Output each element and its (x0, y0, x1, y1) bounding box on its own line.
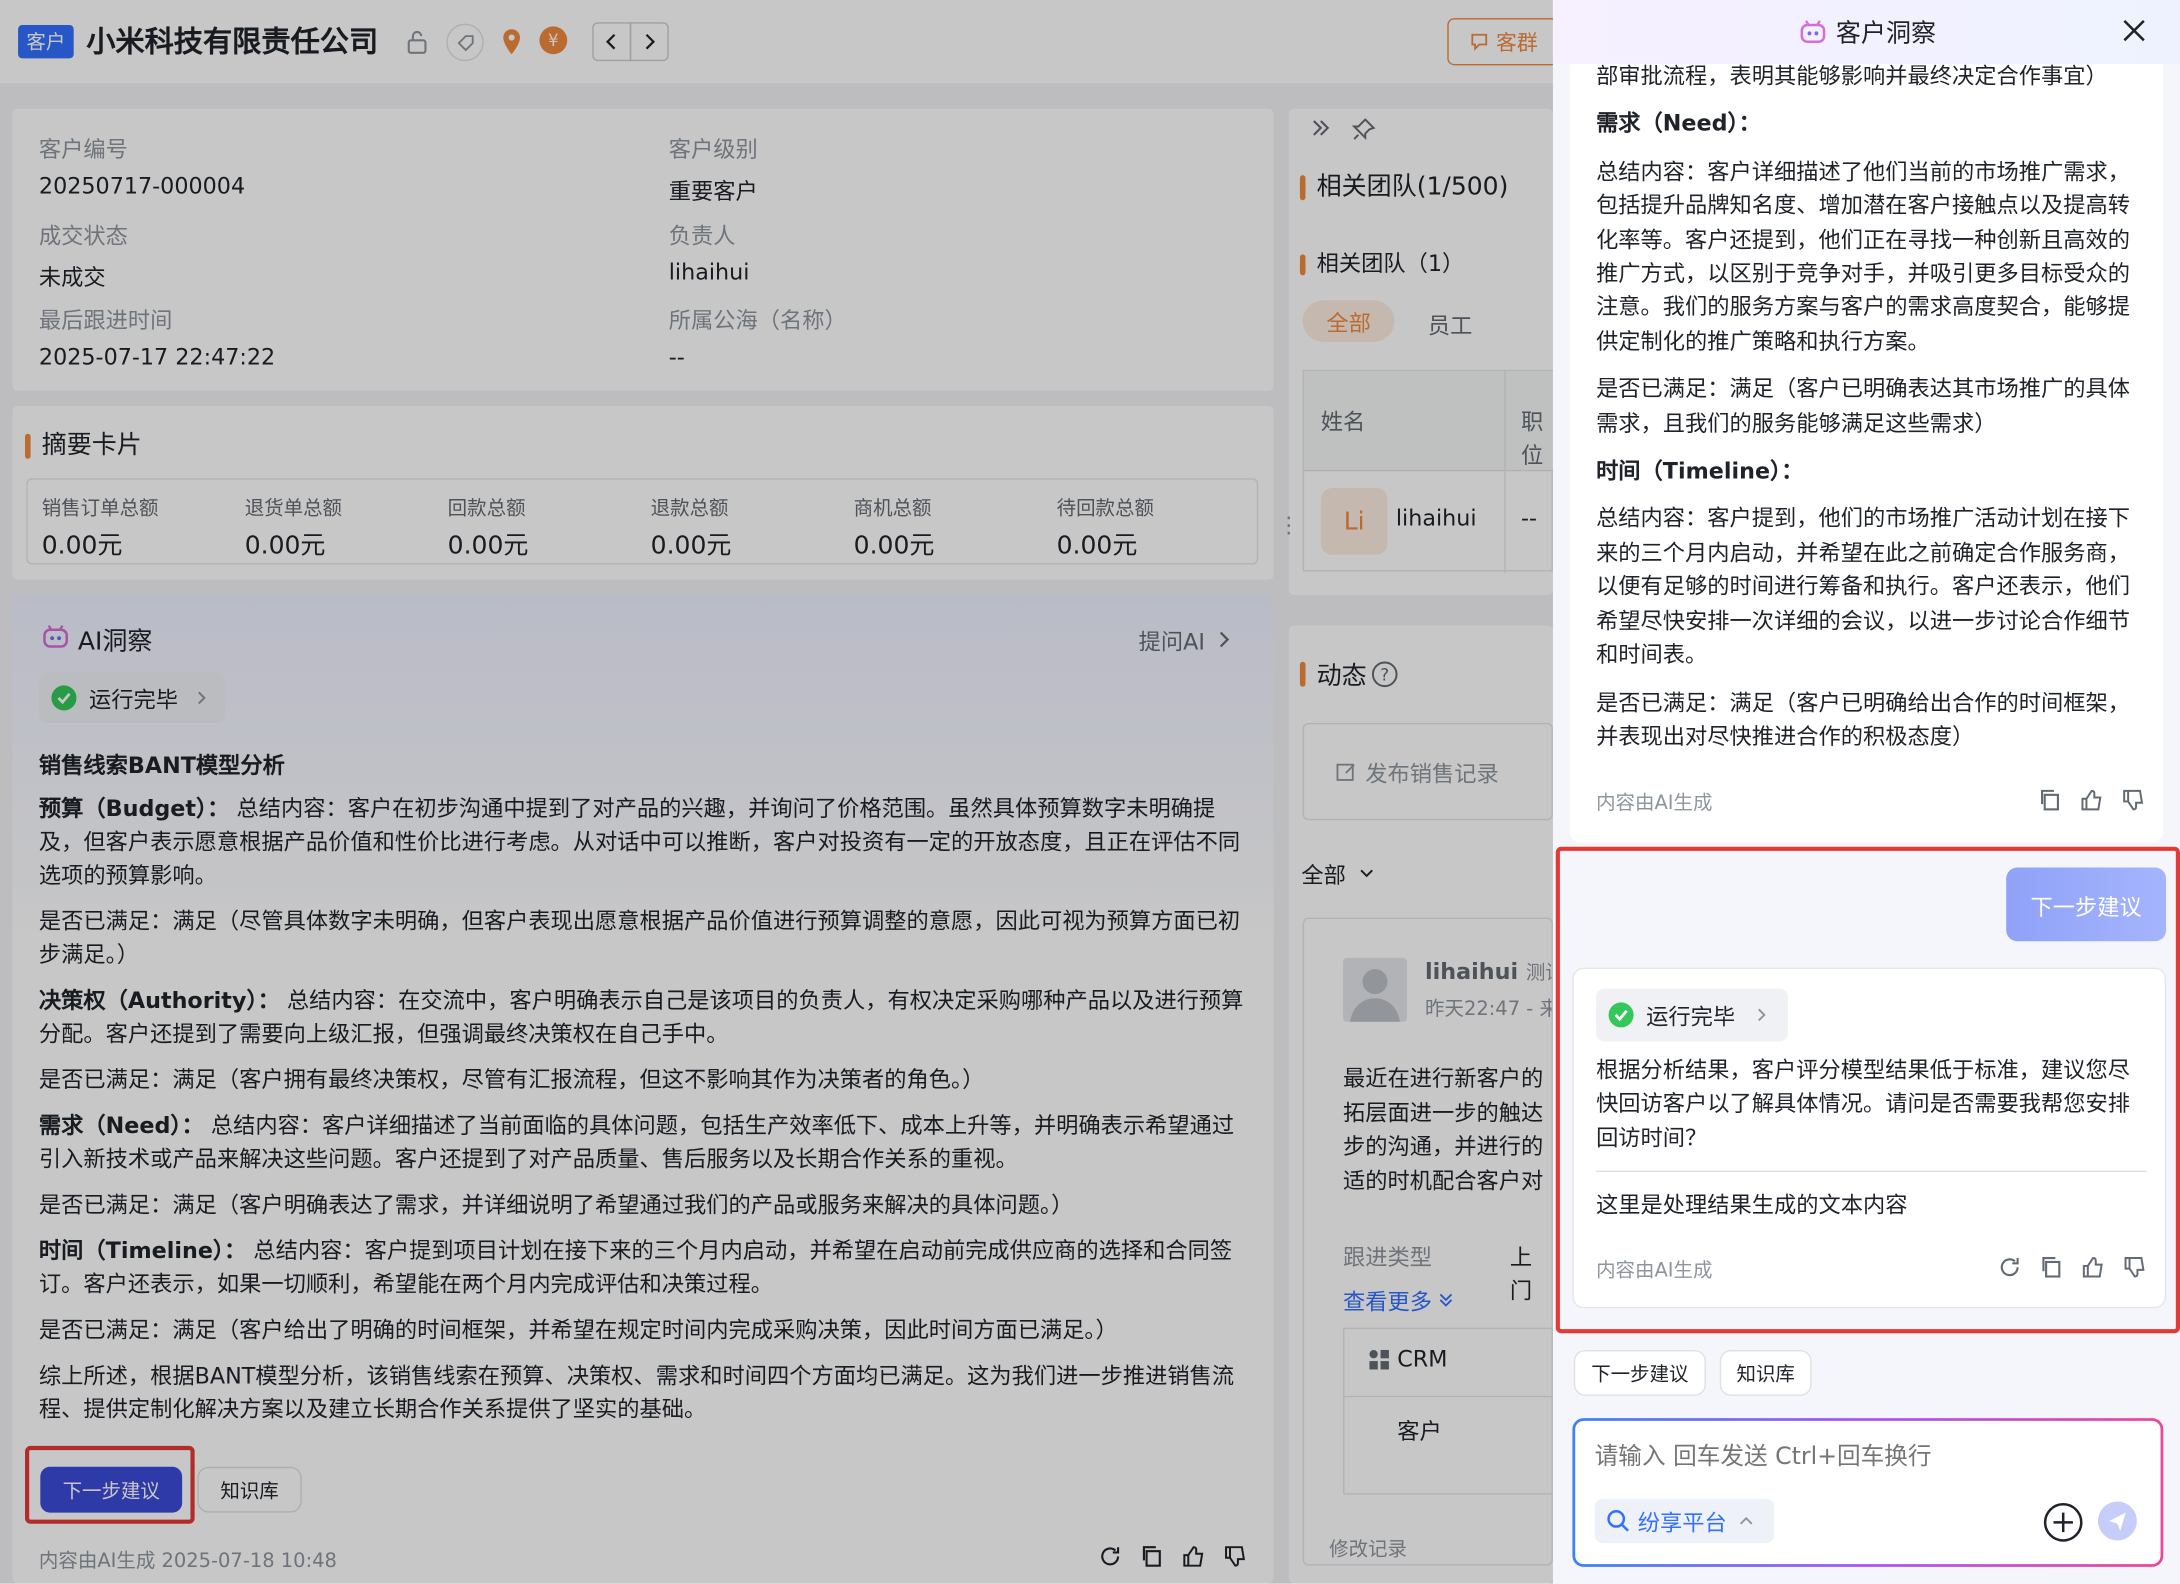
reply-actions (1996, 1254, 2148, 1280)
reply-text-secondary: 这里是处理结果生成的文本内容 (1596, 1191, 1908, 1218)
ai-note: 内容由AI生成 (1596, 792, 1713, 815)
run-status-pill[interactable]: 运行完毕 (1596, 988, 1788, 1042)
search-icon (1607, 1510, 1629, 1532)
chat-input[interactable] (1594, 1443, 2137, 1471)
previous-answer: 部审批流程，表明其能够影响并最终决定合作事宜） 需求（Need）： 总结内容：客户详… (1569, 63, 2164, 843)
chat-input-box: 纷享平台 (1572, 1418, 2164, 1567)
thumbs-down-icon[interactable] (2120, 787, 2146, 813)
quick-next-suggestion[interactable]: 下一步建议 (1573, 1349, 1706, 1396)
quick-knowledge-base[interactable]: 知识库 (1719, 1349, 1812, 1396)
paragraph: 部审批流程，表明其能够影响并最终决定合作事宜） (1596, 63, 2108, 89)
reply-text: 根据分析结果，客户评分模型结果低于标准，建议您尽快回访客户以了解具体情况。请问是… (1596, 1056, 2130, 1151)
chevron-up-icon (1739, 1516, 1753, 1525)
copy-icon[interactable] (2037, 787, 2063, 813)
user-message: 下一步建议 (2006, 867, 2167, 942)
reply-card: 运行完毕 根据分析结果，客户评分模型结果低于标准，建议您尽快回访客户以了解具体情… (1572, 967, 2167, 1309)
panel-header: 客户洞察 (1552, 0, 2180, 64)
ai-note: 内容由AI生成 (1596, 1259, 1713, 1282)
platform-label: 纷享平台 (1637, 1509, 1727, 1537)
overlay-mask[interactable] (0, 0, 1553, 1584)
thumbs-up-icon[interactable] (2080, 1254, 2106, 1280)
paragraph: 是否已满足：满足（客户已明确给出合作的时间框架，并表现出对尽快推进合作的积极态度… (1596, 688, 2130, 750)
run-status-text: 运行完毕 (1646, 1003, 1736, 1031)
send-icon[interactable] (2097, 1501, 2137, 1541)
paragraph: 是否已满足：满足（客户已明确表达其市场推广的具体需求，且我们的服务能够满足这些需… (1596, 375, 2130, 437)
copy-icon[interactable] (2038, 1254, 2064, 1280)
thumbs-down-icon[interactable] (2122, 1254, 2148, 1280)
add-icon[interactable] (2042, 1502, 2084, 1544)
paragraph: 需求（Need）： (1596, 110, 1761, 137)
customer-insight-panel: 客户洞察 部审批流程，表明其能够影响并最终决定合作事宜） 需求（Need）： 总结内… (1552, 0, 2180, 1584)
paragraph: 时间（Timeline）： (1596, 457, 1804, 484)
thumbs-up-icon[interactable] (2078, 787, 2104, 813)
paragraph: 总结内容：客户详细描述了他们当前的市场推广需求，包括提升品牌知名度、增加潜在客户… (1596, 158, 2130, 355)
check-circle-icon (1608, 1002, 1634, 1028)
chevron-right-icon (1758, 1008, 1766, 1022)
close-icon[interactable] (2120, 17, 2148, 45)
refresh-icon[interactable] (1996, 1254, 2022, 1280)
robot-icon (1799, 20, 1825, 43)
paragraph: 总结内容：客户提到，他们的市场推广活动计划在接下来的三个月内启动，并希望在此之前… (1596, 505, 2130, 668)
platform-selector[interactable]: 纷享平台 (1594, 1498, 1775, 1544)
answer-actions (2037, 787, 2147, 813)
panel-title: 客户洞察 (1835, 19, 1936, 49)
